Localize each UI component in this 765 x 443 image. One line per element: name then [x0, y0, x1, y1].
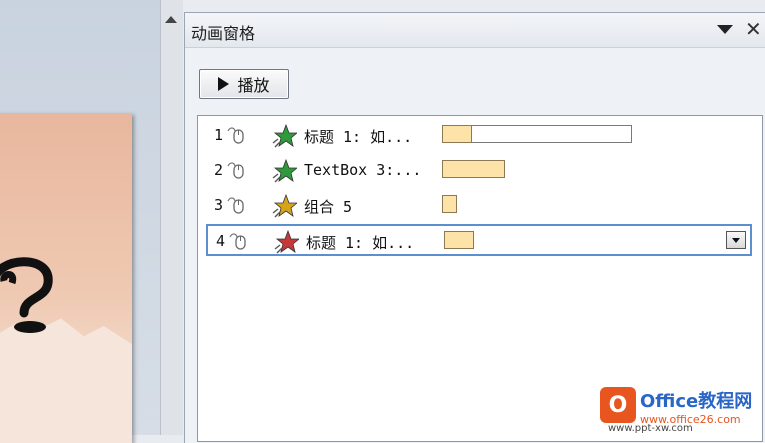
- animation-pane: 动画窗格 ✕ 播放 1 标题 1: 如... 2 TextBox 3:... 3 组合 5…: [184, 12, 765, 443]
- scroll-up-arrow-icon[interactable]: [165, 16, 177, 23]
- mouse-click-trigger-icon: [227, 162, 244, 179]
- animation-item[interactable]: 3 组合 5: [206, 190, 752, 222]
- animation-effect-icon: [272, 158, 297, 183]
- site-watermark: O Office教程网 www.office26.com www.ppt-xw.…: [600, 385, 765, 435]
- play-button-label: 播放: [237, 76, 270, 95]
- pane-close-icon[interactable]: ✕: [745, 17, 762, 41]
- pane-header: 动画窗格 ✕: [185, 13, 765, 48]
- play-button[interactable]: 播放: [199, 69, 289, 99]
- office-logo-icon: O: [600, 387, 636, 423]
- mouse-click-trigger-icon: [229, 233, 246, 250]
- pane-title: 动画窗格: [191, 24, 256, 43]
- animation-index: 4: [216, 232, 226, 250]
- animation-label: 组合 5: [304, 198, 353, 216]
- animation-index: 1: [214, 126, 224, 144]
- mouse-click-trigger-icon: [227, 127, 244, 144]
- mouse-click-trigger-icon: [227, 197, 244, 214]
- watermark-title: Office教程网: [640, 391, 753, 412]
- animation-label: 标题 1: 如...: [306, 234, 415, 252]
- slide-thumbnail[interactable]: [0, 113, 132, 443]
- slide-vertical-scrollbar[interactable]: [160, 0, 183, 435]
- animation-item[interactable]: 1 标题 1: 如...: [206, 120, 752, 152]
- timeline-duration-bar[interactable]: [442, 195, 457, 213]
- animation-label: 标题 1: 如...: [304, 128, 413, 146]
- question-mark-graphic: [0, 257, 53, 333]
- animation-effect-icon: [272, 193, 297, 218]
- animation-options-dropdown-icon[interactable]: [726, 231, 746, 249]
- timeline-duration-bar[interactable]: [442, 125, 472, 143]
- slide-editing-area: [0, 0, 160, 443]
- play-icon: [218, 77, 230, 91]
- animation-index: 3: [214, 196, 224, 214]
- timeline-duration-bar[interactable]: [444, 231, 474, 249]
- animation-item[interactable]: 2 TextBox 3:...: [206, 155, 752, 187]
- timeline-duration-bar[interactable]: [442, 160, 505, 178]
- animation-effect-icon: [274, 229, 299, 254]
- animation-index: 2: [214, 161, 224, 179]
- pane-menu-dropdown-icon[interactable]: [717, 25, 733, 34]
- animation-item[interactable]: 4 标题 1: 如...: [206, 224, 752, 256]
- watermark-url-secondary: www.ppt-xw.com: [608, 423, 693, 434]
- animation-effect-icon: [272, 123, 297, 148]
- animation-label: TextBox 3:...: [304, 161, 422, 179]
